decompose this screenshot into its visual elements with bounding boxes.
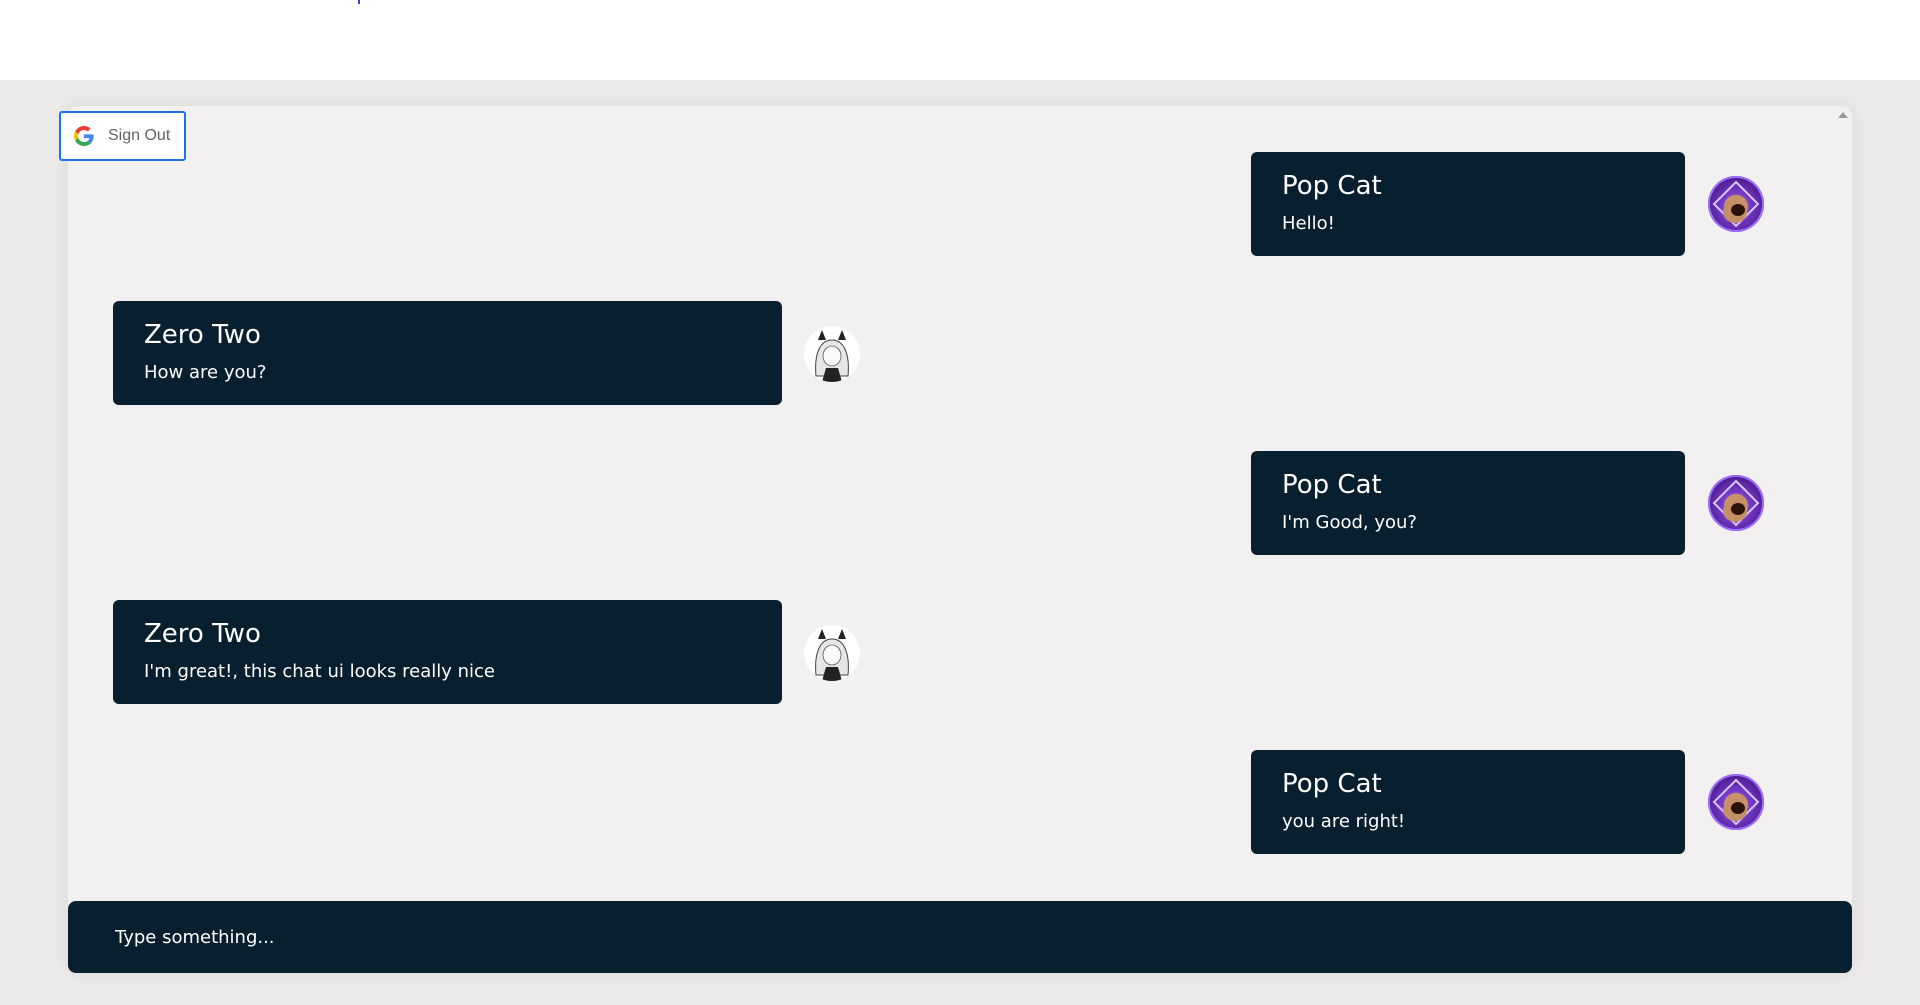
message-bubble: Zero Two How are you? (113, 301, 782, 405)
message-bubble: Pop Cat I'm Good, you? (1251, 451, 1685, 555)
message-sender: Zero Two (144, 619, 261, 649)
sign-out-label: Sign Out (108, 127, 171, 144)
message-sender: Pop Cat (1282, 470, 1382, 500)
chat-window[interactable]: Pop Cat Hello! Zero Two How are you? Pop… (68, 106, 1852, 972)
message-text: I'm great!, this chat ui looks really ni… (144, 661, 495, 682)
top-bar (0, 0, 1920, 80)
message-input[interactable] (113, 925, 1767, 949)
message-bubble: Pop Cat you are right! (1251, 750, 1685, 854)
message-text: I'm Good, you? (1282, 512, 1417, 533)
message-text: you are right! (1282, 811, 1406, 832)
zero-two-avatar (804, 625, 860, 681)
stray-link-mark (358, 0, 360, 4)
message-sender: Pop Cat (1282, 769, 1382, 799)
scroll-up-icon[interactable] (1838, 112, 1848, 118)
sign-out-button[interactable]: Sign Out (59, 111, 186, 161)
pop-cat-avatar (1708, 475, 1764, 531)
message-sender: Pop Cat (1282, 171, 1382, 201)
pop-cat-avatar (1708, 774, 1764, 830)
message-bubble: Zero Two I'm great!, this chat ui looks … (113, 600, 782, 704)
message-text: Hello! (1282, 213, 1335, 234)
message-text: How are you? (144, 362, 267, 383)
message-sender: Zero Two (144, 320, 261, 350)
message-bubble: Pop Cat Hello! (1251, 152, 1685, 256)
zero-two-avatar (804, 326, 860, 382)
message-composer[interactable] (68, 901, 1852, 973)
google-g-icon (74, 126, 94, 146)
pop-cat-avatar (1708, 176, 1764, 232)
